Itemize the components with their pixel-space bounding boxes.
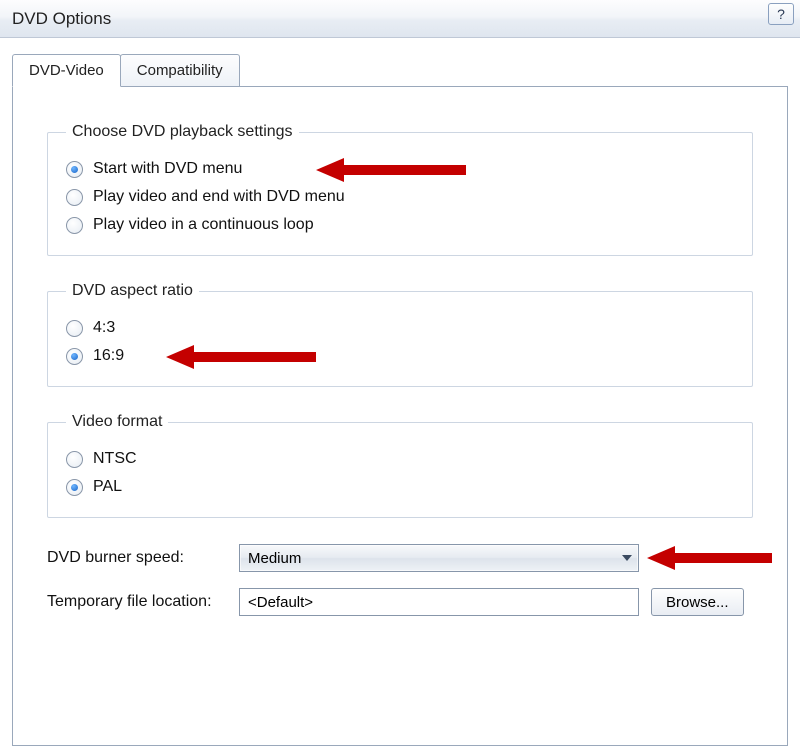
radio-start-menu[interactable] bbox=[66, 161, 83, 178]
group-legend: DVD aspect ratio bbox=[66, 282, 199, 300]
combo-value: Medium bbox=[248, 550, 301, 567]
group-aspect-ratio: DVD aspect ratio 4:3 16:9 bbox=[47, 282, 753, 387]
tab-label: DVD-Video bbox=[29, 62, 104, 79]
temp-location-label: Temporary file location: bbox=[47, 593, 227, 611]
group-playback: Choose DVD playback settings Start with … bbox=[47, 123, 753, 256]
textbox-value: <Default> bbox=[248, 594, 313, 611]
radio-label[interactable]: PAL bbox=[93, 478, 122, 496]
client-area: DVD-Video Compatibility Choose DVD playb… bbox=[0, 38, 800, 746]
browse-button[interactable]: Browse... bbox=[651, 588, 744, 616]
radio-16-9[interactable] bbox=[66, 348, 83, 365]
tab-compatibility[interactable]: Compatibility bbox=[120, 54, 240, 86]
radio-play-end-menu[interactable] bbox=[66, 189, 83, 206]
window-title: DVD Options bbox=[12, 9, 111, 29]
temp-location-input[interactable]: <Default> bbox=[239, 588, 639, 616]
radio-ntsc-row[interactable]: NTSC bbox=[66, 445, 734, 473]
annotation-arrow-icon bbox=[166, 342, 326, 372]
radio-ntsc[interactable] bbox=[66, 451, 83, 468]
radio-label[interactable]: NTSC bbox=[93, 450, 137, 468]
radio-label[interactable]: 4:3 bbox=[93, 319, 115, 337]
row-temp-location: Temporary file location: <Default> Brows… bbox=[47, 588, 753, 616]
help-icon: ? bbox=[777, 6, 785, 22]
radio-4-3-row[interactable]: 4:3 bbox=[66, 314, 734, 342]
tab-label: Compatibility bbox=[137, 62, 223, 79]
tab-dvd-video[interactable]: DVD-Video bbox=[12, 54, 121, 87]
radio-continuous-loop-row[interactable]: Play video in a continuous loop bbox=[66, 211, 734, 239]
radio-label[interactable]: Play video and end with DVD menu bbox=[93, 188, 345, 206]
group-legend: Video format bbox=[66, 413, 168, 431]
annotation-arrow-icon bbox=[647, 543, 777, 573]
radio-16-9-row[interactable]: 16:9 bbox=[66, 342, 734, 370]
help-button[interactable]: ? bbox=[768, 3, 794, 25]
annotation-arrow-icon bbox=[316, 155, 476, 185]
titlebar: DVD Options ? bbox=[0, 0, 800, 38]
row-burner-speed: DVD burner speed: Medium bbox=[47, 544, 753, 572]
radio-pal[interactable] bbox=[66, 479, 83, 496]
radio-label[interactable]: Play video in a continuous loop bbox=[93, 216, 314, 234]
radio-play-end-menu-row[interactable]: Play video and end with DVD menu bbox=[66, 183, 734, 211]
group-video-format: Video format NTSC PAL bbox=[47, 413, 753, 518]
radio-4-3[interactable] bbox=[66, 320, 83, 337]
chevron-down-icon bbox=[622, 555, 632, 561]
tab-strip: DVD-Video Compatibility bbox=[12, 54, 788, 86]
burner-speed-combo[interactable]: Medium bbox=[239, 544, 639, 572]
burner-speed-label: DVD burner speed: bbox=[47, 549, 227, 567]
tab-page: Choose DVD playback settings Start with … bbox=[12, 86, 788, 746]
radio-start-menu-row[interactable]: Start with DVD menu bbox=[66, 155, 734, 183]
button-label: Browse... bbox=[666, 594, 729, 611]
radio-label[interactable]: Start with DVD menu bbox=[93, 160, 242, 178]
radio-label[interactable]: 16:9 bbox=[93, 347, 124, 365]
group-legend: Choose DVD playback settings bbox=[66, 123, 299, 141]
radio-continuous-loop[interactable] bbox=[66, 217, 83, 234]
radio-pal-row[interactable]: PAL bbox=[66, 473, 734, 501]
